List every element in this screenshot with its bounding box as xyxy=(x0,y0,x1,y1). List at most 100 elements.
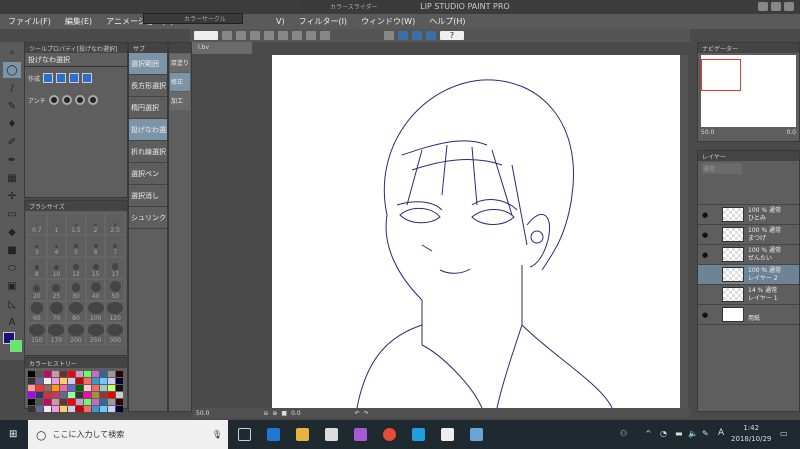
color-swatch[interactable] xyxy=(60,385,67,391)
ime-indicator[interactable]: A xyxy=(718,428,724,438)
zoom-in-icon[interactable]: ⊕ xyxy=(272,410,277,417)
brush-size-option[interactable]: 170 xyxy=(46,323,67,345)
explorer-icon[interactable] xyxy=(296,428,309,441)
color-swatch[interactable] xyxy=(84,399,91,405)
brush-size-option[interactable]: 0.7 xyxy=(27,213,47,235)
brush-size-option[interactable]: 150 xyxy=(27,323,47,345)
intersect-selection-icon[interactable] xyxy=(82,73,93,83)
color-swatch[interactable] xyxy=(100,392,107,398)
brush-size-option[interactable]: 8 xyxy=(27,257,47,279)
eyedropper-icon[interactable]: / xyxy=(3,80,21,96)
brush-size-option[interactable]: 1 xyxy=(46,213,67,235)
angle-value[interactable]: 0.0 xyxy=(291,410,301,417)
brush-size-option[interactable]: 250 xyxy=(85,323,106,345)
fill-bucket-icon[interactable]: ◆ xyxy=(3,224,21,240)
menu-help[interactable]: ヘルプ(H) xyxy=(429,16,465,27)
color-swatch[interactable] xyxy=(52,378,59,384)
menu-file[interactable]: ファイル(F) xyxy=(8,16,51,27)
clip-studio-paint-taskbar-icon[interactable] xyxy=(441,428,454,441)
color-swatch[interactable] xyxy=(52,399,59,405)
new-file-icon[interactable] xyxy=(222,31,232,40)
people-icon[interactable]: ⚇ xyxy=(620,429,627,438)
new-selection-icon[interactable] xyxy=(43,73,54,83)
subtool2-item[interactable]: 厚塗り xyxy=(170,54,190,72)
color-swatch[interactable] xyxy=(76,371,83,377)
pen-pressure-icon[interactable] xyxy=(426,31,436,40)
eye-icon[interactable]: ● xyxy=(698,231,712,239)
brush-size-option[interactable]: 17 xyxy=(105,257,125,279)
color-swatch[interactable] xyxy=(44,392,51,398)
brush-size-option[interactable]: 80 xyxy=(66,301,86,323)
redo-icon[interactable] xyxy=(278,31,288,40)
save-icon[interactable] xyxy=(250,31,260,40)
color-swatch[interactable] xyxy=(92,392,99,398)
color-swatch[interactable] xyxy=(68,371,75,377)
brush-size-option[interactable]: 70 xyxy=(46,301,67,323)
vertical-scrollbar[interactable] xyxy=(680,55,688,408)
blend-icon[interactable]: ♦ xyxy=(3,116,21,132)
color-swatch[interactable] xyxy=(60,392,67,398)
color-wheel-panel[interactable]: カラーサークル xyxy=(143,13,243,24)
color-swatch[interactable] xyxy=(84,392,91,398)
layer-row[interactable]: 14 % 通常 レイヤー 1 xyxy=(698,285,799,305)
menu-window[interactable]: ウィンドウ(W) xyxy=(361,16,415,27)
color-swatch[interactable] xyxy=(76,392,83,398)
skype-icon[interactable] xyxy=(412,428,425,441)
color-swatch[interactable] xyxy=(44,378,51,384)
maximize-button[interactable] xyxy=(771,2,781,11)
subtool-item[interactable]: 楕円選択 xyxy=(129,97,167,119)
brush-size-option[interactable]: 200 xyxy=(66,323,86,345)
color-swatch[interactable] xyxy=(108,385,115,391)
color-swatch[interactable] xyxy=(60,371,67,377)
menu-edit[interactable]: 編集(E) xyxy=(65,16,92,27)
brush-size-option[interactable]: 3 xyxy=(27,235,47,257)
color-swatch[interactable] xyxy=(68,378,75,384)
subtool-item[interactable]: 投げなわ選択 xyxy=(129,119,167,141)
document-tab[interactable]: I.bv xyxy=(192,42,252,54)
brush-size-option[interactable]: 10 xyxy=(46,257,67,279)
color-swatch[interactable] xyxy=(52,385,59,391)
layer-row[interactable]: ● 100 % 通常 ぜんたい xyxy=(698,245,799,265)
edge-icon[interactable] xyxy=(267,428,280,441)
color-swatch[interactable] xyxy=(92,371,99,377)
blend-mode-select[interactable]: 通常 xyxy=(702,163,742,174)
color-swatch[interactable] xyxy=(108,406,115,412)
gradient-icon[interactable]: ■ xyxy=(3,242,21,258)
color-swatch[interactable] xyxy=(36,385,43,391)
color-swatch[interactable] xyxy=(52,406,59,412)
color-swatch[interactable] xyxy=(44,399,51,405)
brush-size-option[interactable]: 4 xyxy=(46,235,67,257)
layer-row[interactable]: ● 100 % 通常 まつげ xyxy=(698,225,799,245)
navigator-zoom[interactable]: 50.0 xyxy=(701,129,714,136)
menu-filter[interactable]: フィルター(I) xyxy=(299,16,347,27)
wifi-icon[interactable]: ◔ xyxy=(660,429,667,438)
brush-size-option[interactable]: 2.5 xyxy=(105,213,125,235)
brush-size-option[interactable]: 7 xyxy=(105,235,125,257)
color-swatch[interactable] xyxy=(116,385,123,391)
brush-size-option[interactable]: 50 xyxy=(105,279,125,301)
subtool-item[interactable]: 長方形選択 xyxy=(129,75,167,97)
photos-icon[interactable] xyxy=(470,428,483,441)
layer-row[interactable]: ● 用紙 xyxy=(698,305,799,325)
add-selection-icon[interactable] xyxy=(56,73,67,83)
navigator-angle[interactable]: 0.0 xyxy=(786,129,796,136)
clock[interactable]: 1:42 2018/10/29 xyxy=(731,423,771,445)
snap-ruler-icon[interactable] xyxy=(384,31,394,40)
open-file-icon[interactable] xyxy=(236,31,246,40)
move-icon[interactable]: ✛ xyxy=(3,188,21,204)
antialias-strong-icon[interactable] xyxy=(87,95,98,105)
eye-icon[interactable]: ● xyxy=(698,311,712,319)
color-swatch[interactable] xyxy=(52,392,59,398)
layer-row[interactable]: ● 100 % 通常 ひとみ xyxy=(698,205,799,225)
minimize-button[interactable] xyxy=(758,2,768,11)
brush-size-option[interactable]: 1.5 xyxy=(66,213,86,235)
color-swatch[interactable] xyxy=(76,399,83,405)
color-swatch[interactable] xyxy=(28,378,35,384)
color-swatch[interactable] xyxy=(60,399,67,405)
color-swatch[interactable] xyxy=(36,406,43,412)
color-swatch[interactable] xyxy=(36,392,43,398)
canvas[interactable] xyxy=(272,55,680,408)
chevron-up-icon[interactable]: ^ xyxy=(645,429,652,438)
color-swatch[interactable] xyxy=(84,385,91,391)
zoom-icon[interactable]: ⌕ xyxy=(3,44,21,60)
